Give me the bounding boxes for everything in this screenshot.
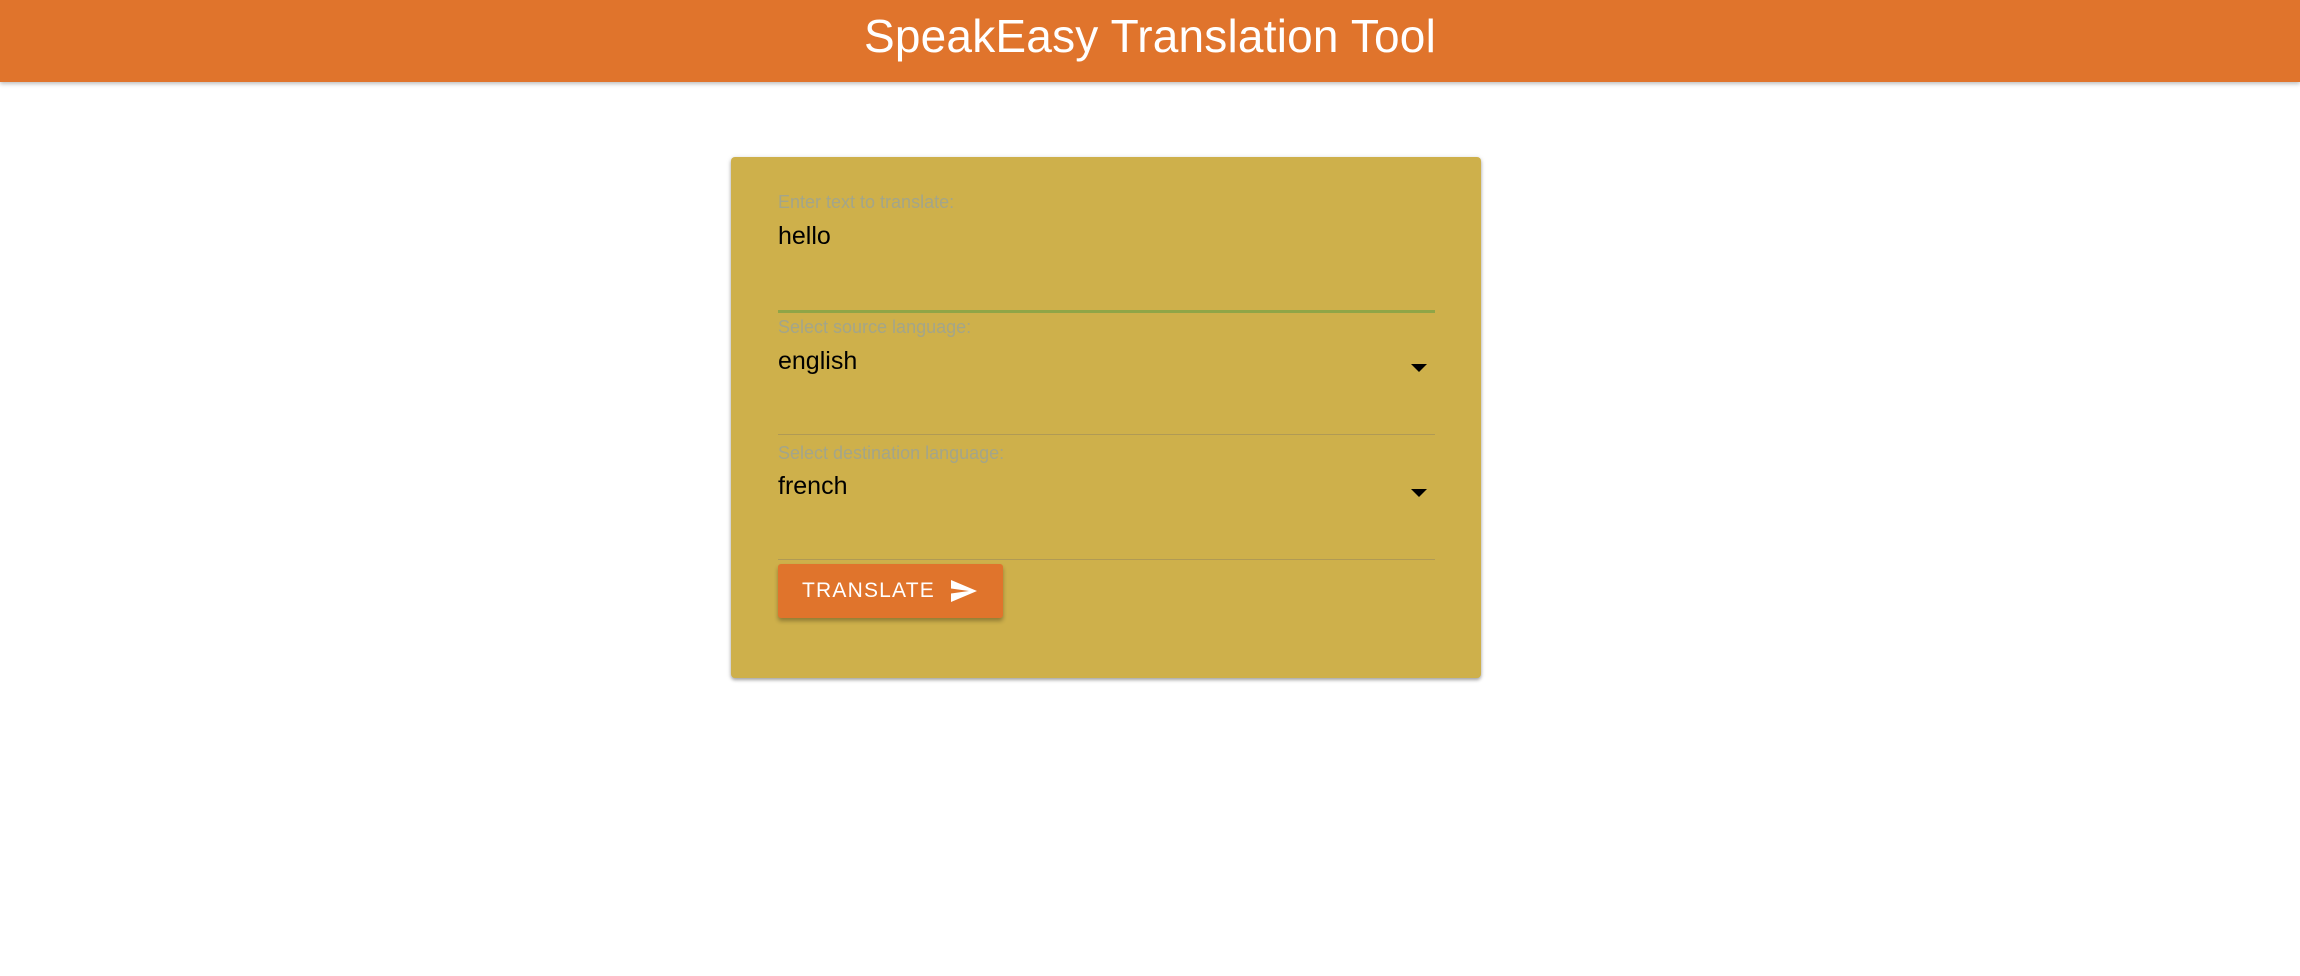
chevron-down-icon[interactable] [1411, 489, 1427, 497]
destination-language-label: Select destination language: [778, 443, 1005, 463]
text-input[interactable]: hello [778, 222, 831, 251]
destination-language-value[interactable]: french [778, 472, 847, 501]
app-title: SpeakEasy Translation Tool [863, 10, 1437, 62]
translate-button-label: TRANSLATE [802, 579, 935, 602]
chevron-down-icon[interactable] [1411, 364, 1427, 372]
text-input-label: Enter text to translate: [778, 192, 955, 212]
text-input-underline [778, 310, 1435, 313]
app-header: SpeakEasy Translation Tool [0, 0, 2300, 82]
source-language-label: Select source language: [778, 317, 972, 337]
source-language-value[interactable]: english [778, 347, 857, 376]
destination-language-select[interactable]: Select destination language: french [778, 443, 1435, 560]
destination-language-underline [778, 559, 1435, 560]
text-input-field[interactable]: Enter text to translate: hello [778, 192, 1435, 313]
translation-card: Enter text to translate: hello Select so… [731, 157, 1481, 678]
send-icon [951, 580, 977, 602]
source-language-underline [778, 434, 1435, 435]
source-language-select[interactable]: Select source language: english [778, 317, 1435, 435]
translate-button[interactable]: TRANSLATE [778, 564, 1003, 618]
